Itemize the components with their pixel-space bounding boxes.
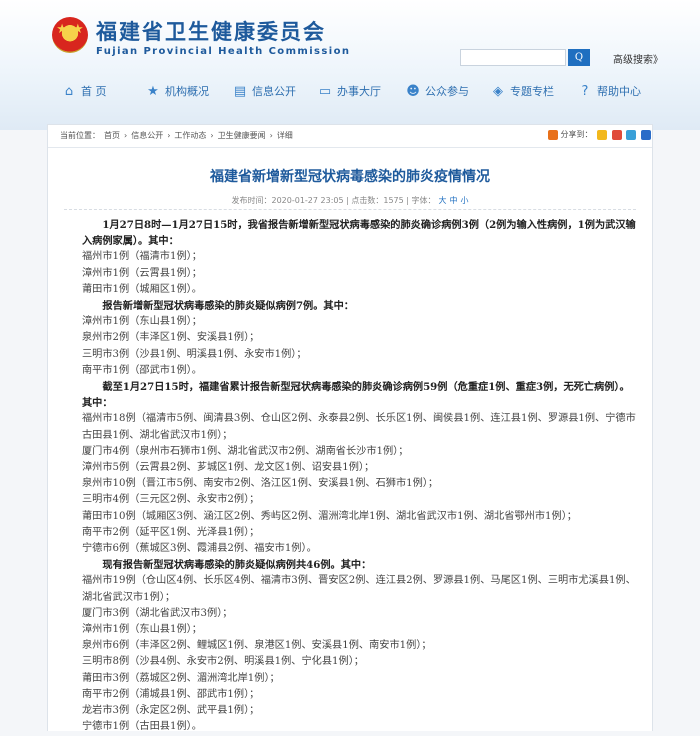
case-list-item: 宁德市6例（蕉城区3例、霞浦县2例、福安市1例）。 — [82, 543, 317, 555]
nav-label: 公众参与 — [425, 85, 469, 98]
document-icon: ▤ — [233, 84, 247, 99]
nav-help-center[interactable]: ? 帮助中心 — [578, 83, 641, 101]
case-list-item: 漳州市1例（东山县1例）； — [82, 316, 202, 328]
case-list-item: 南平市2例（浦城县1例、邵武市1例）； — [82, 688, 260, 700]
people-icon: ☻ — [406, 84, 420, 99]
case-list-item: 南平市1例（邵武市1例）。 — [82, 364, 202, 376]
nav-public-participation[interactable]: ☻ 公众参与 — [406, 83, 469, 101]
article-title: 福建省新增新型冠状病毒感染的肺炎疫情情况 — [210, 169, 490, 185]
summary-paragraph: 报告新增新型冠状病毒感染的肺炎疑似病例7例。其中： — [102, 300, 354, 313]
nav-label: 专题专栏 — [510, 85, 554, 98]
nav-label: 首 页 — [81, 85, 107, 98]
article-body: 1月27日8时—1月27日15时，我省报告新增新型冠状病毒感染的肺炎确诊病例3例… — [82, 217, 638, 736]
summary-paragraph: 截至1月27日15时，福建省累计报告新型冠状病毒感染的肺炎确诊病例59例（危重症… — [82, 381, 630, 410]
case-list-item: 宁德市1例（古田县1例）。 — [82, 721, 202, 733]
site-header: ★ ★ 福建省卫生健康委员会 Fujian Provincial Health … — [0, 0, 700, 130]
breadcrumb-item-home[interactable]: 首页 — [104, 131, 120, 140]
case-list-item: 泉州市10例（晋江市5例、南安市2例、洛江区1例、安溪县1例、石狮市1例）； — [82, 478, 439, 490]
breadcrumb-separator: › — [124, 131, 128, 140]
nav-special-topics[interactable]: ◈ 专题专栏 — [491, 83, 554, 101]
breadcrumb-separator: › — [269, 131, 273, 140]
nav-organization[interactable]: ★ 机构概况 — [146, 83, 209, 101]
case-list-item: 三明市8例（沙县4例、永安市2例、明溪县1例、宁化县1例）； — [82, 656, 364, 668]
divider — [64, 209, 636, 210]
nav-label: 机构概况 — [165, 85, 209, 98]
case-list-item: 漳州市1例（东山县1例）； — [82, 624, 202, 636]
breadcrumb: 当前位置： 首页 › 信息公开 › 工作动态 › 卫生健康要闻 › 详细 — [60, 130, 297, 141]
star-icon: ★ — [147, 84, 159, 99]
case-list-item: 莆田市3例（荔城区2例、湄洲湾北岸1例）； — [82, 672, 280, 684]
nav-info-disclosure[interactable]: ▤ 信息公开 — [233, 83, 296, 101]
nav-label: 信息公开 — [252, 85, 296, 98]
case-list-item: 厦门市3例（湖北省武汉市3例）； — [82, 607, 233, 619]
case-list-item: 厦门市4例（泉州市石狮市1例、湖北省武汉市2例、湖南省长沙市1例）； — [82, 445, 409, 457]
breadcrumb-separator: › — [210, 131, 214, 140]
article-meta: 发布时间：2020-01-27 23:05 | 点击数：1575 | 字体：大中… — [231, 196, 469, 205]
case-list-item: 漳州市1例（云霄县1例）； — [82, 267, 202, 279]
case-list-item: 福州市19例（仓山区4例、长乐区4例、福清市3例、晋安区2例、连江县2例、罗源县… — [82, 575, 636, 603]
article-container: 当前位置： 首页 › 信息公开 › 工作动态 › 卫生健康要闻 › 详细 分享到： 福建省新增新型… — [47, 124, 653, 732]
font-size-label: 字体： — [411, 196, 436, 205]
help-icon: ? — [581, 84, 589, 99]
case-list-item: 福州市1例（福清市1例）； — [82, 251, 202, 263]
case-list-item: 南平市2例（延平区1例、光泽县1例）； — [82, 526, 260, 538]
font-size-medium[interactable]: 中 — [450, 196, 458, 205]
case-list-item: 福州市18例（福清市5例、闽清县3例、仓山区2例、永泰县2例、长乐区1例、闽侯县… — [82, 413, 636, 441]
nav-label: 帮助中心 — [597, 85, 641, 98]
case-list-item: 三明市4例（三元区2例、永安市2例）； — [82, 494, 260, 506]
site-title[interactable]: 福建省卫生健康委员会 — [96, 16, 326, 46]
renren-icon[interactable] — [640, 129, 651, 140]
search-button[interactable]: Q — [568, 49, 590, 66]
nav-home[interactable]: ⌂ 首 页 — [62, 83, 107, 101]
case-list-item: 莆田市10例（城厢区3例、涵江区2例、秀屿区2例、湄洲湾北岸1例、湖北省武汉市1… — [82, 510, 577, 522]
weibo-icon[interactable] — [611, 129, 622, 140]
breadcrumb-item-news[interactable]: 卫生健康要闻 — [218, 131, 266, 140]
share-bar: 分享到： — [546, 129, 651, 140]
breadcrumb-bar: 当前位置： 首页 › 信息公开 › 工作动态 › 卫生健康要闻 › 详细 分享到： — [48, 125, 652, 148]
case-list-item: 泉州市6例（丰泽区2例、鲤城区1例、泉港区1例、安溪县1例、南安市1例）； — [82, 640, 432, 652]
breadcrumb-separator: › — [167, 131, 171, 140]
laptop-icon: ▭ — [318, 84, 332, 99]
search-input[interactable] — [460, 49, 566, 66]
share-label: 分享到： — [560, 130, 593, 139]
publish-date: 发布时间：2020-01-27 23:05 — [231, 196, 344, 205]
home-icon: ⌂ — [64, 84, 74, 99]
breadcrumb-item-detail: 详细 — [276, 131, 293, 140]
qzone-icon[interactable] — [597, 129, 608, 140]
tencent-weibo-icon[interactable] — [626, 129, 637, 140]
nav-service-hall[interactable]: ▭ 办事大厅 — [318, 83, 381, 101]
nav-label: 办事大厅 — [337, 85, 381, 98]
breadcrumb-prefix: 当前位置： — [60, 131, 100, 140]
topic-icon: ◈ — [493, 84, 503, 99]
site-title-en: Fujian Provincial Health Commission — [96, 46, 351, 57]
breadcrumb-item-work[interactable]: 工作动态 — [174, 131, 206, 140]
summary-paragraph: 现有报告新型冠状病毒感染的肺炎疑似病例共46例。其中： — [102, 559, 372, 572]
case-list-item: 三明市3例（沙县1例、明溪县1例、永安市1例）； — [82, 348, 307, 360]
case-list-item: 莆田市1例（城厢区1例）。 — [82, 283, 202, 295]
case-list-item: 泉州市2例（丰泽区1例、安溪县1例）； — [82, 332, 260, 344]
summary-paragraph: 1月27日8时—1月27日15时，我省报告新增新型冠状病毒感染的肺炎确诊病例3例… — [82, 219, 636, 248]
share-plus-icon[interactable] — [548, 129, 558, 140]
national-emblem-icon: ★ ★ — [52, 17, 88, 53]
advanced-search-link[interactable]: 高级搜索》 — [613, 51, 663, 66]
case-list-item: 漳州市5例（云霄县2例、芗城区1例、龙文区1例、诏安县1例）； — [82, 462, 375, 474]
case-list-item: 龙岩市3例（永定区2例、武平县1例）； — [82, 705, 260, 717]
font-size-large[interactable]: 大 — [439, 196, 447, 205]
view-count: 点击数：1575 — [351, 196, 404, 205]
font-size-small[interactable]: 小 — [461, 196, 469, 205]
breadcrumb-item-info[interactable]: 信息公开 — [131, 131, 163, 140]
main-nav: ⌂ 首 页 ★ 机构概况 ▤ 信息公开 ▭ 办事大厅 ☻ 公众参与 ◈ 专题专栏 ? 帮助中心 — [0, 78, 700, 106]
